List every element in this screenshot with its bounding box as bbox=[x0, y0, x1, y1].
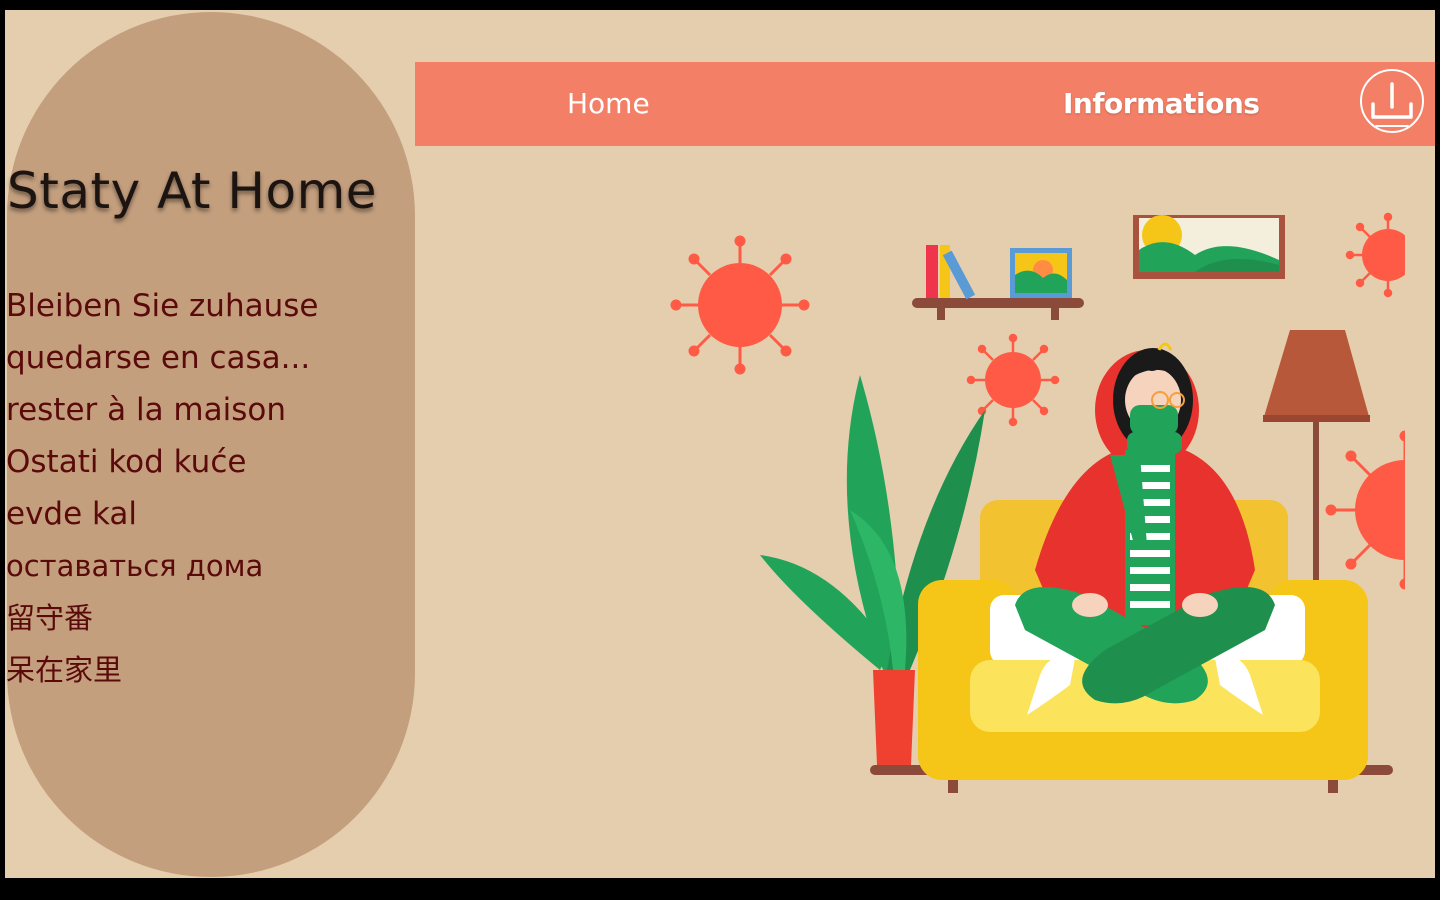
top-nav-bar: Home Informations bbox=[415, 62, 1435, 146]
power-icon bbox=[1371, 82, 1413, 127]
virus-icon bbox=[1345, 212, 1405, 298]
power-button[interactable] bbox=[1360, 69, 1424, 133]
wall-painting bbox=[1133, 215, 1285, 279]
stay-at-home-illustration bbox=[670, 212, 1405, 793]
phrase-german: Bleiben Sie zuhause bbox=[6, 288, 319, 324]
phrase-chinese: 呆在家里 bbox=[6, 653, 123, 687]
stay-home-phrase-list: Bleiben Sie zuhause quedarse en casa... … bbox=[6, 282, 318, 698]
nav-home-link[interactable]: Home bbox=[567, 62, 650, 146]
page-title: Staty At Home bbox=[7, 162, 378, 220]
phrase-russian: оставаться дома bbox=[6, 549, 264, 583]
virus-icon bbox=[966, 333, 1060, 427]
nav-informations-link[interactable]: Informations bbox=[1063, 62, 1260, 146]
phrase-turkish: evde kal bbox=[6, 496, 138, 532]
person-sitting bbox=[1015, 342, 1275, 715]
phrase-french: rester à la maison bbox=[6, 392, 286, 428]
app-frame: Staty At Home Bleiben Sie zuhause quedar… bbox=[5, 10, 1435, 878]
phrase-japanese: 留守番 bbox=[6, 601, 94, 635]
bookshelf bbox=[912, 245, 1084, 320]
virus-icon bbox=[670, 235, 810, 375]
phrase-spanish: quedarse en casa... bbox=[6, 340, 311, 376]
phrase-bosnian: Ostati kod kuće bbox=[6, 444, 247, 480]
virus-icon bbox=[1325, 430, 1405, 590]
